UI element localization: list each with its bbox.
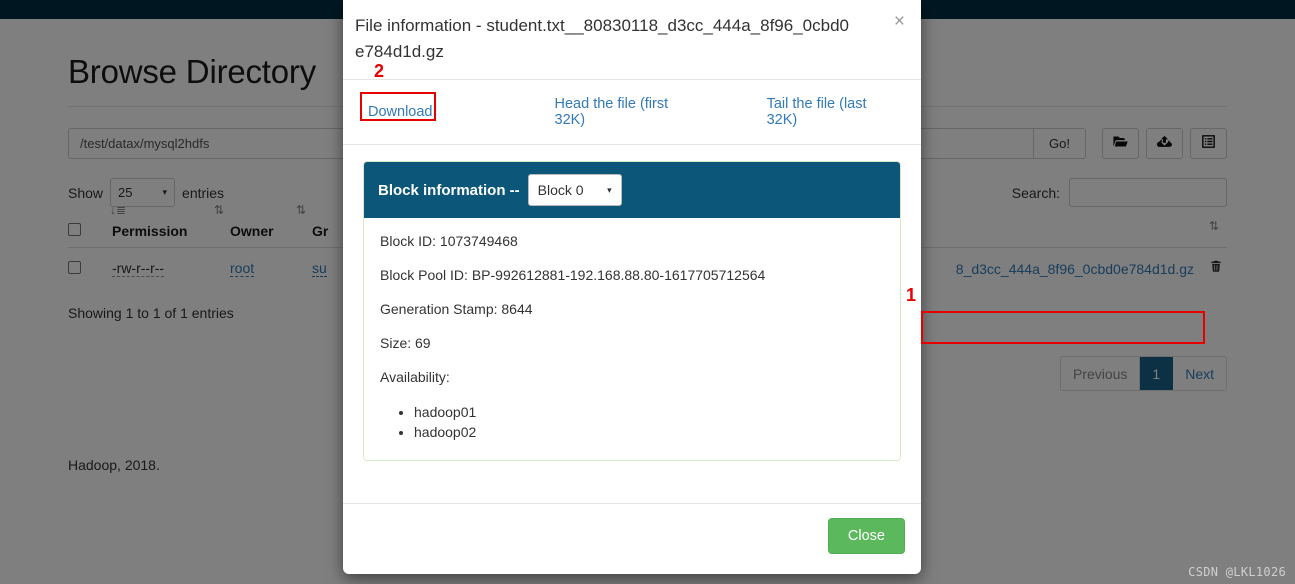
block-panel-title: Block information --	[378, 181, 520, 199]
file-information-modal: File information - student.txt__80830118…	[343, 0, 921, 574]
modal-footer: Close	[343, 503, 921, 574]
annotation-marker-1: 1	[906, 285, 917, 305]
tail-file-link[interactable]: Tail the file (last 32K)	[767, 96, 901, 128]
list-item: hadoop02	[414, 422, 884, 442]
download-link[interactable]: Download	[368, 104, 433, 120]
modal-actions-row: Download Head the file (first 32K) Tail …	[343, 80, 921, 145]
annotation-marker-2: 2	[374, 61, 385, 81]
generation-stamp: Generation Stamp: 8644	[380, 301, 533, 317]
block-information-panel: Block information -- Block 0 ▾ Block ID:…	[363, 161, 901, 461]
block-select[interactable]: Block 0 ▾	[527, 174, 622, 206]
close-icon[interactable]: ×	[894, 12, 905, 31]
block-panel-body: Block ID: 1073749468 Block Pool ID: BP-9…	[364, 218, 900, 460]
chevron-down-icon: ▾	[607, 184, 612, 195]
head-file-link[interactable]: Head the file (first 32K)	[555, 96, 703, 128]
modal-title: File information - student.txt__80830118…	[355, 16, 849, 61]
block-pool-id: Block Pool ID: BP-992612881-192.168.88.8…	[380, 267, 766, 283]
availability-list: hadoop01 hadoop02	[380, 402, 884, 442]
block-size: Size: 69	[380, 335, 431, 351]
modal-body: Block information -- Block 0 ▾ Block ID:…	[343, 145, 921, 503]
availability-label: Availability:	[380, 369, 450, 385]
close-button[interactable]: Close	[827, 518, 905, 554]
block-select-value: Block 0	[537, 182, 584, 198]
block-id: Block ID: 1073749468	[380, 233, 518, 249]
watermark: CSDN @LKL1026	[1188, 565, 1286, 579]
block-panel-header: Block information -- Block 0 ▾	[364, 162, 900, 218]
list-item: hadoop01	[414, 402, 884, 422]
modal-header: File information - student.txt__80830118…	[343, 0, 921, 80]
